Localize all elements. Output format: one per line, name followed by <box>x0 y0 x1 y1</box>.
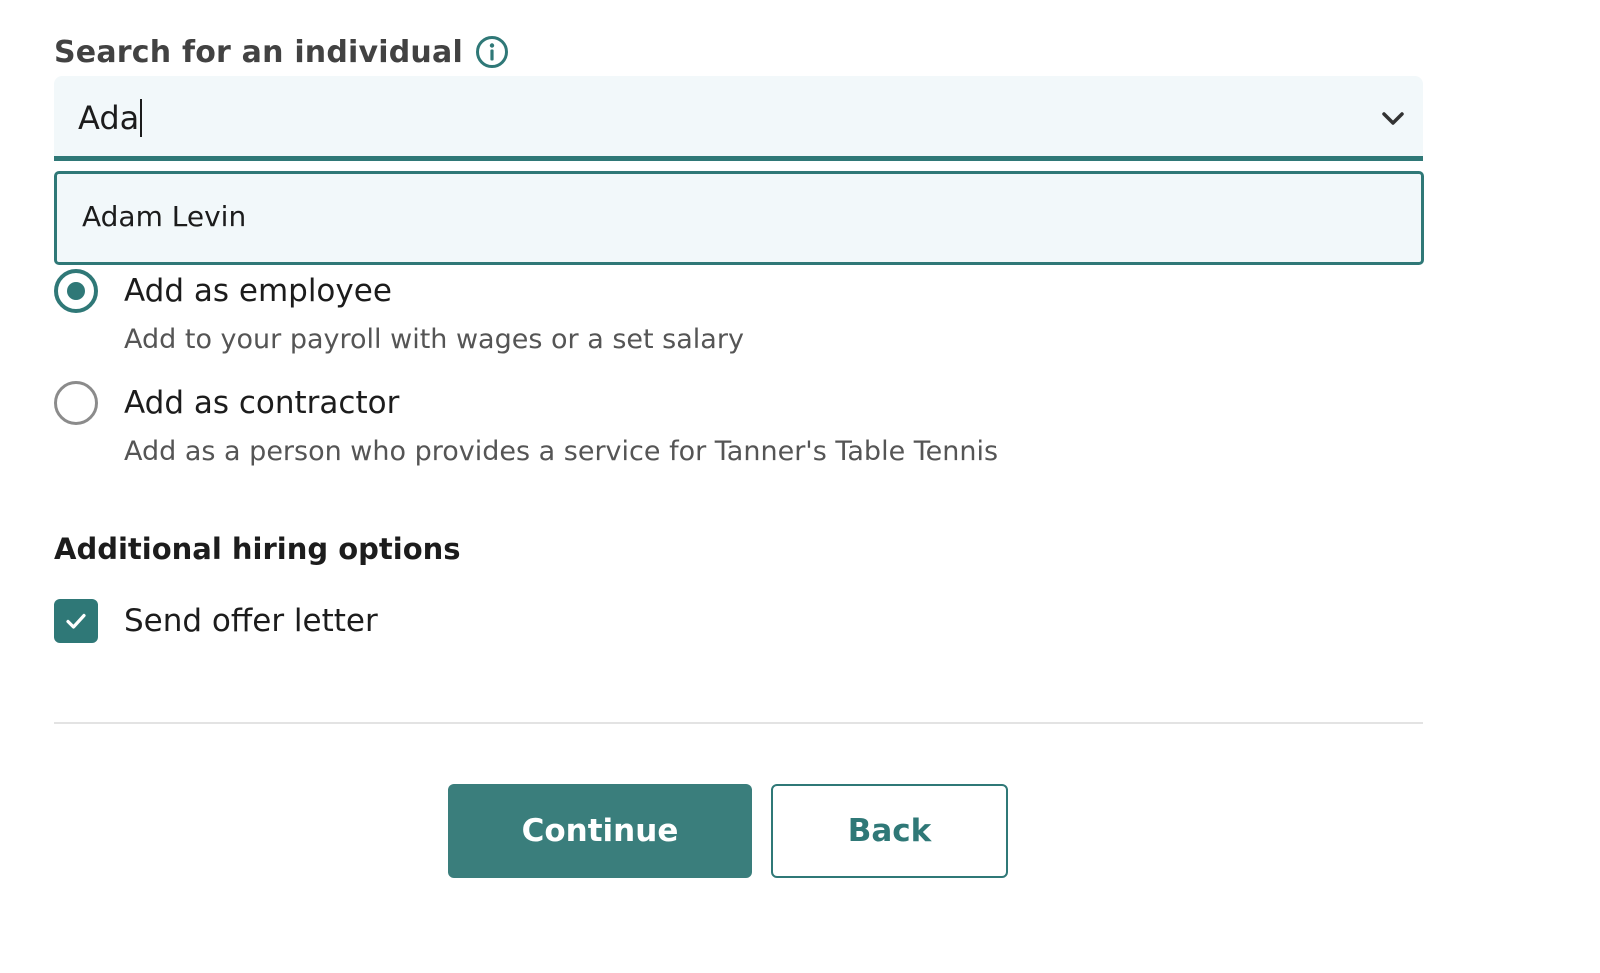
info-icon[interactable] <box>475 35 509 69</box>
search-label-row: Search for an individual <box>54 30 509 74</box>
radio-contractor-title: Add as contractor <box>124 385 400 421</box>
send-offer-letter-option[interactable]: Send offer letter <box>54 599 378 643</box>
continue-button[interactable]: Continue <box>448 784 752 878</box>
radio-employee-description: Add to your payroll with wages or a set … <box>124 324 744 355</box>
radio-contractor-description: Add as a person who provides a service f… <box>124 436 999 467</box>
search-label: Search for an individual <box>54 34 463 70</box>
search-suggestion-label: Adam Levin <box>82 200 247 233</box>
radio-contractor[interactable] <box>54 381 98 425</box>
radio-employee[interactable] <box>54 269 98 313</box>
check-icon <box>66 613 86 629</box>
back-button[interactable]: Back <box>771 784 1008 878</box>
radio-contractor-text: Add as contractor Add as a person who pr… <box>124 381 998 471</box>
radio-employee-title: Add as employee <box>124 273 392 309</box>
chevron-down-icon[interactable] <box>1379 104 1407 132</box>
send-offer-letter-checkbox[interactable] <box>54 599 98 643</box>
radio-option-contractor[interactable]: Add as contractor Add as a person who pr… <box>54 381 998 471</box>
search-input-value-wrapper: Ada <box>78 95 143 141</box>
send-offer-letter-label: Send offer letter <box>124 603 378 639</box>
search-input[interactable]: Ada <box>54 76 1423 161</box>
text-cursor <box>140 99 143 137</box>
additional-options-heading: Additional hiring options <box>54 532 461 566</box>
search-suggestion-option[interactable]: Adam Levin <box>54 171 1424 265</box>
divider <box>54 722 1423 724</box>
radio-employee-text: Add as employee Add to your payroll with… <box>124 269 744 359</box>
radio-option-employee[interactable]: Add as employee Add to your payroll with… <box>54 269 744 359</box>
search-input-value: Ada <box>78 99 140 137</box>
